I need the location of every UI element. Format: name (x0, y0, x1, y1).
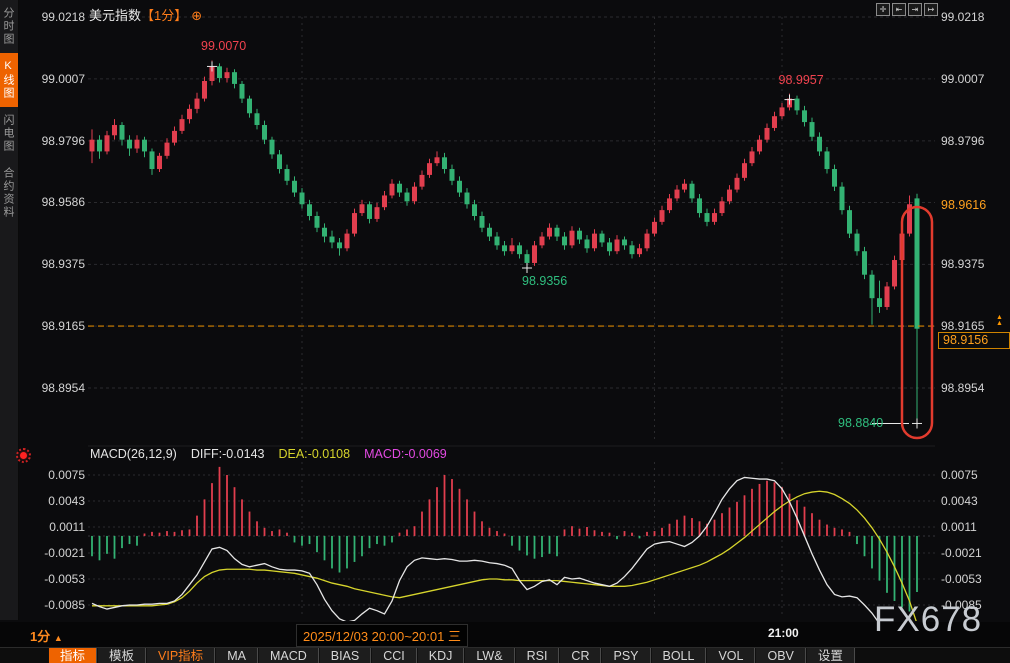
y-axis-tick-label: 0.0011 (33, 520, 85, 534)
toolbar-tab-VOL[interactable]: VOL (706, 648, 755, 663)
y-axis-tick-label: 0.0011 (941, 520, 977, 534)
low-price-annotation: 98.8840 (838, 416, 883, 430)
y-axis-tick-label: -0.0021 (33, 546, 85, 560)
y-axis-tick-label: 98.9796 (33, 134, 85, 148)
period-badge: 【1分】 (141, 8, 187, 23)
y-axis-tick-label: 0.0075 (33, 468, 85, 482)
y-axis-tick-label: 0.0043 (33, 494, 85, 508)
macd-indicator-header: MACD(26,12,9) DIFF:-0.0143 DEA:-0.0108 M… (90, 447, 447, 461)
chart-type-sidebar: 分时图K线图闪电图合约资料 (0, 0, 19, 620)
toolbar-tab-CCI[interactable]: CCI (371, 648, 417, 663)
candlestick-chart-canvas[interactable] (0, 0, 1010, 663)
sidebar-item-0[interactable]: 分时图 (0, 0, 18, 53)
toolbar-tab-指标[interactable]: 指标 (48, 648, 97, 663)
y-axis-tick-label: 98.9165 (33, 319, 85, 333)
y-axis-tick-label: 0.0043 (941, 494, 978, 508)
toolbar-tab-模板[interactable]: 模板 (97, 648, 146, 663)
toolbar-tab-设置[interactable]: 设置 (806, 648, 855, 663)
y-axis-tick-label: 98.9796 (941, 134, 984, 148)
y-axis-tick-label: -0.0053 (33, 572, 85, 586)
high-price-annotation: 98.9957 (779, 73, 824, 87)
current-price-box: 98.9156 (938, 332, 1010, 349)
macd-dea-value: DEA:-0.0108 (278, 447, 350, 461)
add-indicator-icon[interactable]: ⊕ (191, 8, 202, 23)
indicator-alert-icon[interactable] (20, 452, 27, 459)
period-selector[interactable]: 1分 ▲ (30, 626, 63, 645)
y-axis-tick-label: 99.0218 (33, 10, 85, 24)
crosshair-time-label: 2025/12/03 20:00~20:01 三 (296, 624, 468, 647)
y-axis-tick-label: 99.0007 (33, 72, 85, 86)
x-axis-time-tick: 21:00 (768, 626, 799, 640)
pan-tool-icon[interactable]: ✛ (876, 3, 890, 16)
y-axis-tick-label: -0.0021 (941, 546, 982, 560)
y-axis-tick-label: 98.9375 (941, 257, 984, 271)
y-axis-tick-label: 0.0075 (941, 468, 978, 482)
sidebar-item-3[interactable]: 合约资料 (0, 160, 18, 226)
shift-left-icon[interactable]: ⇤ (892, 3, 906, 16)
macd-macd-value: MACD:-0.0069 (364, 447, 447, 461)
indicator-toolbar: 指标模板VIP指标MAMACDBIASCCIKDJLW&RSICRPSYBOLL… (0, 647, 1010, 663)
y-axis-tick-label: 99.0218 (941, 10, 984, 24)
toolbar-tab-PSY[interactable]: PSY (601, 648, 650, 663)
y-axis-tick-label: 98.9375 (33, 257, 85, 271)
y-axis-tick-label: 98.8954 (941, 381, 984, 395)
macd-params-label: MACD(26,12,9) (90, 447, 177, 461)
toolbar-tab-KDJ[interactable]: KDJ (417, 648, 465, 663)
toolbar-tab-OBV[interactable]: OBV (755, 648, 805, 663)
toolbar-tab-CR[interactable]: CR (559, 648, 601, 663)
toolbar-tab-RSI[interactable]: RSI (515, 648, 560, 663)
y-axis-tick-label: 98.9165 (941, 319, 984, 333)
toolbar-tab-BOLL[interactable]: BOLL (651, 648, 707, 663)
y-axis-tick-label: -0.0085 (33, 598, 85, 612)
toolbar-tab-MA[interactable]: MA (215, 648, 258, 663)
y-axis-tick-label: 99.0007 (941, 72, 984, 86)
toolbar-tab-VIP指标[interactable]: VIP指标 (146, 648, 215, 663)
toolbar-tab-MACD[interactable]: MACD (258, 648, 319, 663)
macd-diff-value: DIFF:-0.0143 (191, 447, 265, 461)
sidebar-item-2[interactable]: 闪电图 (0, 107, 18, 160)
toolbar-tab-BIAS[interactable]: BIAS (319, 648, 372, 663)
y-axis-tick-label: 98.9586 (33, 195, 85, 209)
high-price-annotation: 99.0070 (201, 39, 246, 53)
y-axis-tick-label: -0.0053 (941, 572, 982, 586)
detach-window-icon[interactable]: ↦ (924, 3, 938, 16)
brand-watermark: FX678 (874, 600, 982, 640)
low-price-annotation: 98.9356 (522, 274, 567, 288)
trading-app-window: 分时图K线图闪电图合约资料 美元指数【1分】 ⊕ ✛⇤⇥↦ 99.0070 98.9… (0, 0, 1010, 663)
symbol-name: 美元指数 (89, 8, 141, 23)
y-axis-tick-label: 98.8954 (33, 381, 85, 395)
sidebar-item-1[interactable]: K线图 (0, 53, 18, 107)
chart-title: 美元指数【1分】 ⊕ (89, 5, 202, 24)
chart-window-controls: ✛⇤⇥↦ (876, 3, 938, 16)
chevron-up-icon: ▲ (54, 633, 63, 643)
shift-right-icon[interactable]: ⇥ (908, 3, 922, 16)
marked-high-price-label: 98.9616 (941, 198, 986, 212)
toolbar-tab-LW&[interactable]: LW& (464, 648, 514, 663)
time-axis-strip: 1分 ▲ 2025/12/03 20:00~20:01 三 21:00 (0, 622, 1010, 647)
price-alert-arrows-icon: ▲ ▲ (996, 315, 1003, 327)
